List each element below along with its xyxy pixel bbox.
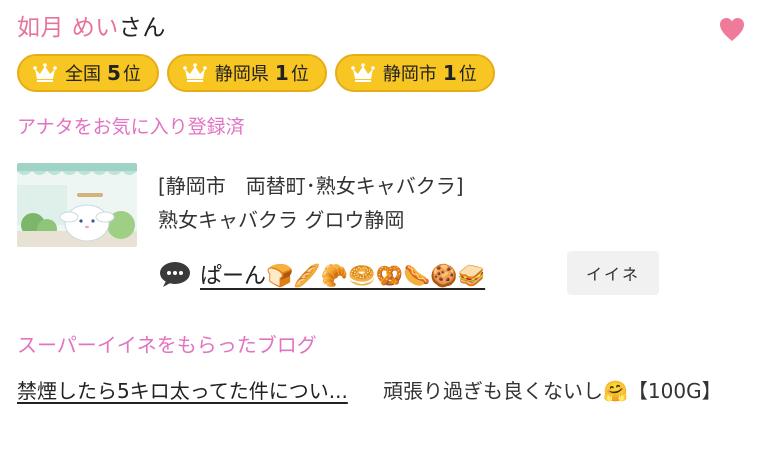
rank-badge-prefecture[interactable]: 静岡県 1 位 [166, 54, 327, 92]
shop-thumbnail[interactable] [17, 163, 137, 247]
heart-icon[interactable] [717, 14, 747, 44]
super-iine-section-title: スーパーイイネをもらったブログ [17, 333, 317, 357]
blog-link[interactable]: 禁煙したら5キロ太ってた件につい... [17, 375, 372, 407]
badge-label: 静岡県 [214, 64, 269, 85]
badge-rank: 1 [274, 61, 289, 85]
badge-label: 全国 [65, 64, 101, 85]
badge-unit: 位 [290, 64, 309, 85]
shop-thumbnail-image [17, 163, 137, 247]
crown-icon [183, 63, 207, 82]
badge-rank: 1 [442, 61, 457, 85]
badge-label: 静岡市 [382, 64, 437, 85]
badge-rank: 5 [107, 61, 121, 85]
badge-unit: 位 [122, 64, 141, 85]
user-name-suffix: さん [118, 15, 166, 41]
comment-row: ぱーん🍞🥖🥐🥯🥨🌭🍪🥪 [158, 258, 485, 290]
user-name: 如月 めいさん [17, 8, 166, 42]
rank-badge-city[interactable]: 静岡市 1 位 [334, 54, 495, 92]
comment-link[interactable]: ぱーん🍞🥖🥐🥯🥨🌭🍪🥪 [200, 258, 485, 290]
shop-name[interactable]: 熟女キャバクラ グロウ静岡 [158, 204, 404, 233]
shop-category: [静岡市 両替町･熟女キャバクラ] [158, 174, 464, 198]
iine-button[interactable]: イイネ [567, 251, 659, 295]
crown-icon [33, 63, 57, 82]
speech-bubble-icon [160, 262, 190, 287]
rank-badges: 全国 5 位 静岡県 1 位 静岡市 1 位 [17, 54, 495, 92]
badge-unit: 位 [458, 64, 477, 85]
crown-icon [351, 63, 375, 82]
blog-item[interactable]: 頑張り過ぎも良くないし🤗【100G】 [383, 375, 753, 407]
favorite-status: アナタをお気に入り登録済 [17, 116, 245, 138]
user-name-text: 如月 めい [17, 15, 119, 41]
rank-badge-national[interactable]: 全国 5 位 [17, 54, 159, 92]
